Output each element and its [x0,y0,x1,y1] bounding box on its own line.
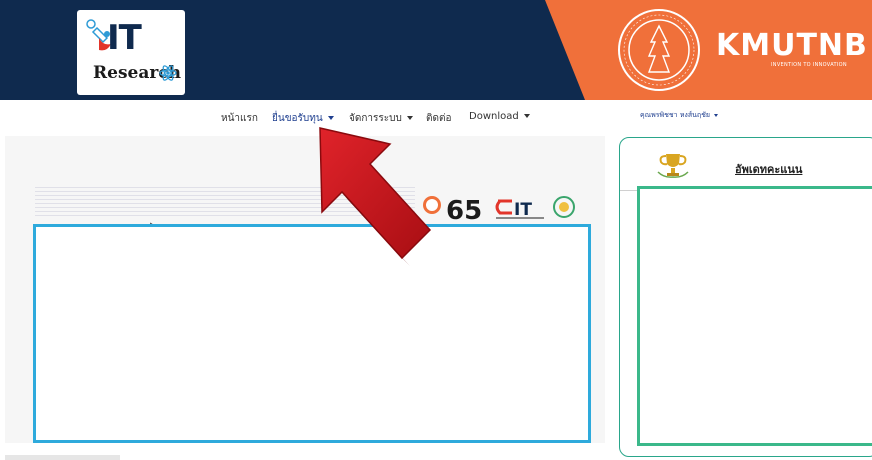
bottom-scroll-strip [5,455,120,460]
score-update-title[interactable]: อัพเดทคะแนน [735,160,802,178]
brand-wordmark: KMUTNB [716,28,868,63]
atom-icon [159,65,177,81]
nav-item-home[interactable]: หน้าแรก [221,111,258,126]
annotation-arrow-icon [319,127,432,266]
cit-research-logo[interactable]: IT Research [77,10,185,95]
user-menu[interactable]: คุณพรพิชชา หงส์นฤชัย [640,110,719,121]
page: IT Research KMUTNB INVENTION TO INNOVATI… [0,0,872,460]
university-seal-icon [618,9,700,91]
header-banner: IT Research KMUTNB INVENTION TO INNOVATI… [0,0,872,100]
chevron-down-icon [714,113,719,117]
trophy-icon [657,154,689,178]
chevron-down-icon [523,114,530,118]
nav-item-download[interactable]: Download [469,111,530,122]
score-placeholder-box [637,186,872,446]
logo-it-text: IT [107,18,142,58]
svg-text:65: 65 [446,196,482,223]
brand-tagline: INVENTION TO INNOVATION [771,62,847,68]
partner-logos: 65 IT [423,196,575,223]
